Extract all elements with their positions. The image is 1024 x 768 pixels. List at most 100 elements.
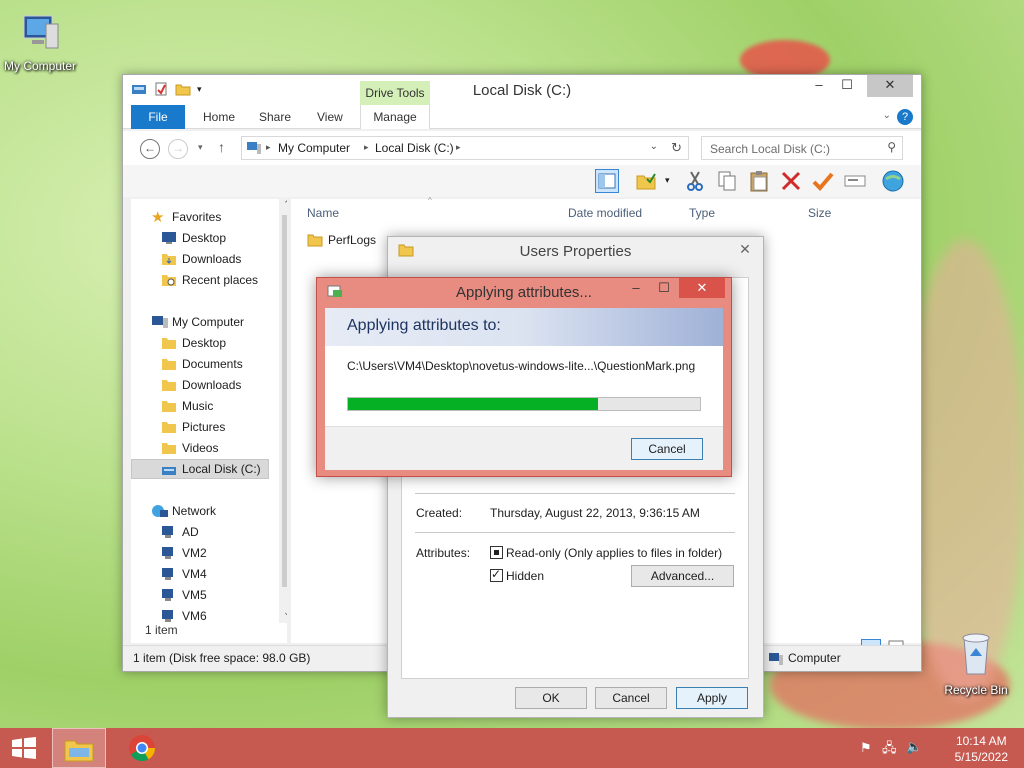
clock[interactable]: 10:14 AM 5/15/2022 [955,733,1008,765]
ribbon-tabs: Drive Tools File Home Share View Manage … [123,81,921,129]
recent-places-icon [162,275,176,286]
ribbon-expand-icon[interactable]: ⌄ [883,110,891,121]
readonly-checkbox[interactable] [490,546,503,559]
nav-label: Local Disk (C:) [182,462,261,476]
column-header-date[interactable]: Date modified [568,203,642,223]
nav-label: Desktop [182,336,227,350]
maximize-button[interactable]: ☐ [651,278,677,298]
chevron-down-icon[interactable]: ⌄ [650,141,658,152]
item-count: 1 item [145,623,178,637]
dialog-body: Applying attributes to: C:\Users\VM4\Des… [325,308,723,470]
chrome-icon [129,735,156,762]
cancel-button[interactable]: Cancel [631,438,703,460]
search-icon: ⚲ [887,140,896,154]
network-icon [152,505,168,517]
advanced-button[interactable]: Advanced... [631,565,734,587]
cut-icon[interactable] [683,169,707,193]
tab-share[interactable]: Share [247,105,303,129]
breadcrumb-local-disk[interactable]: Local Disk (C:) [375,141,454,155]
nav-label: Desktop [182,231,227,245]
folder-icon [162,359,176,370]
breadcrumb-my-computer[interactable]: My Computer [278,141,350,155]
copy-icon[interactable] [715,169,739,193]
search-input[interactable]: Search Local Disk (C:) ⚲ [701,136,903,160]
divider [415,532,735,533]
preview-pane-icon[interactable] [595,169,619,193]
divider [415,493,735,494]
scrollbar-thumb[interactable] [282,215,287,587]
tab-drive-tools-context: Drive Tools [360,81,430,105]
start-button[interactable] [0,728,48,768]
minimize-button[interactable]: – [623,278,649,298]
chevron-down-icon[interactable]: ▾ [665,175,670,186]
indeterminate-mark [494,550,499,555]
back-button[interactable]: ← [140,139,160,159]
action-center-flag-icon[interactable]: ⚑ [860,740,872,756]
ok-button[interactable]: OK [515,687,587,709]
paste-icon[interactable] [747,169,771,193]
help-icon[interactable]: ? [897,109,913,125]
folder-icon [162,443,176,454]
search-placeholder: Search Local Disk (C:) [710,142,831,156]
checkmark-icon: ✓ [491,567,502,581]
minimize-button[interactable]: – [805,75,833,97]
file-name: PerfLogs [328,233,377,247]
attributes-label: Attributes: [416,546,471,560]
taskbar-file-explorer[interactable] [52,728,106,768]
hidden-checkbox[interactable]: ✓ [490,567,503,582]
column-header-name[interactable]: Name [307,203,339,223]
globe-icon[interactable] [881,169,905,193]
folder-icon [162,380,176,391]
desktop-icon-recycle-bin[interactable]: Recycle Bin [936,630,1016,697]
delete-icon[interactable] [779,169,803,193]
column-header-type[interactable]: Type [689,203,715,223]
breadcrumb-separator-icon: ▸ [266,142,271,152]
nav-label: Pictures [182,420,226,434]
created-label: Created: [416,506,463,520]
windows-logo-icon [12,737,36,759]
folder-icon [162,338,176,349]
rename-icon[interactable] [843,169,867,193]
apply-button[interactable]: Apply [676,687,748,709]
nav-label: VM6 [182,609,207,623]
close-button[interactable]: ✕ [733,239,757,259]
window-title: Local Disk (C:) [472,82,572,99]
computer-icon [769,653,783,665]
breadcrumb-separator-icon: ▸ [364,142,369,152]
tab-view[interactable]: View [305,105,355,129]
column-header-size[interactable]: Size [808,203,831,223]
nav-label: Network [172,504,217,518]
tab-file[interactable]: File [131,105,185,129]
cancel-button[interactable]: Cancel [595,687,667,709]
up-arrow-icon[interactable]: ↑ [218,139,225,155]
tab-manage[interactable]: Manage [360,105,430,129]
recent-locations-icon[interactable]: ▾ [198,142,203,153]
status-location-label: Computer [788,651,841,665]
taskbar: ⚑ 🖧 🔈 10:14 AM 5/15/2022 [0,728,1024,768]
network-status-icon[interactable]: 🖧 [882,739,897,761]
maximize-button[interactable]: ☐ [833,75,861,97]
checkmark-icon[interactable] [811,169,835,193]
status-text: 1 item (Disk free space: 98.0 GB) [133,651,311,665]
nav-computer-local-disk[interactable]: Local Disk (C:) [131,459,269,479]
nav-label: AD [182,525,199,539]
desktop-icon-my-computer[interactable]: My Computer [0,10,80,73]
readonly-label: Read-only (Only applies to files in fold… [506,546,723,560]
downloads-folder-icon [162,254,176,265]
address-bar[interactable]: ▸ My Computer ▸ Local Disk (C:) ▸ ⌄ ↻ [241,136,689,160]
tab-home[interactable]: Home [191,105,247,129]
nav-label: Recent places [182,273,259,287]
nav-scrollbar[interactable]: ⌃ ⌄ [279,199,287,623]
refresh-icon[interactable]: ↻ [671,140,682,156]
scroll-up-icon[interactable]: ⌃ [279,199,287,213]
close-button[interactable]: ✕ [867,75,913,97]
close-button[interactable]: ✕ [679,278,725,298]
forward-button[interactable]: → [168,139,188,159]
desktop-icon-label: Recycle Bin [944,683,1008,697]
scroll-down-icon[interactable]: ⌄ [279,607,287,621]
taskbar-chrome[interactable] [116,728,170,768]
folder-icon [307,234,323,247]
computer-icon [23,15,59,49]
volume-muted-icon[interactable]: 🔈 [906,739,922,755]
folder-options-icon[interactable] [635,169,659,193]
